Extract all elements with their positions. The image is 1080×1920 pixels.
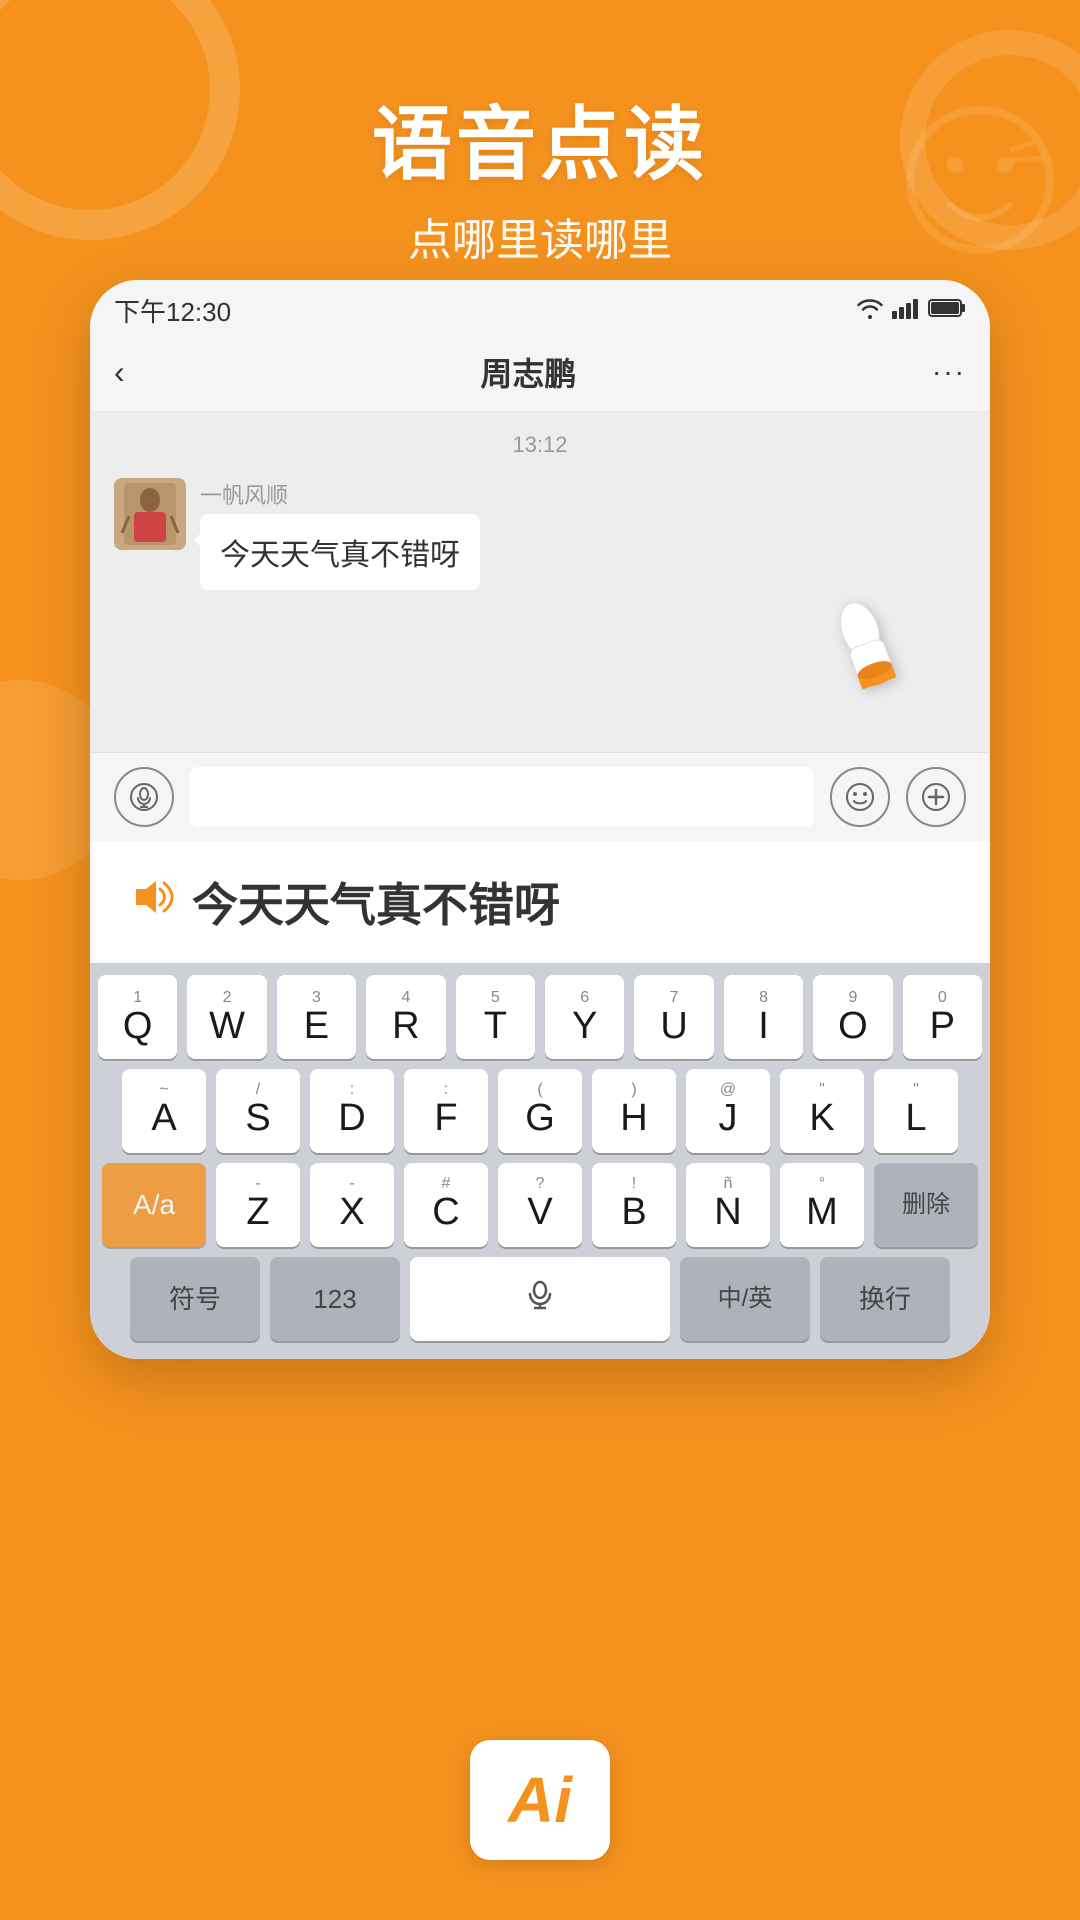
plus-button[interactable] bbox=[906, 767, 966, 827]
header-section: 语音点读 点哪里读哪里 bbox=[0, 80, 1080, 268]
message-text: 今天天气真不错呀 bbox=[220, 539, 460, 572]
key-C[interactable]: #C bbox=[404, 1163, 488, 1247]
ai-badge: Ai bbox=[470, 1740, 610, 1860]
emoji-button[interactable] bbox=[830, 767, 890, 827]
key-B[interactable]: !B bbox=[592, 1163, 676, 1247]
message-bubble[interactable]: 今天天气真不错呀 bbox=[200, 514, 480, 590]
message-content: 一帆风顺 今天天气真不错呀 bbox=[200, 478, 480, 590]
key-X[interactable]: -X bbox=[310, 1163, 394, 1247]
status-bar: 下午12:30 bbox=[90, 280, 990, 337]
key-shift[interactable]: A/a bbox=[102, 1163, 206, 1247]
battery-icon bbox=[928, 297, 966, 324]
key-J[interactable]: @J bbox=[686, 1069, 770, 1153]
key-V[interactable]: ?V bbox=[498, 1163, 582, 1247]
keyboard-row-3: A/a -Z -X #C ?V !B ñN °M 删除 bbox=[98, 1163, 982, 1247]
key-U[interactable]: 7U bbox=[634, 975, 713, 1059]
key-M[interactable]: °M bbox=[780, 1163, 864, 1247]
speaker-icon bbox=[130, 877, 174, 928]
key-D[interactable]: :D bbox=[310, 1069, 394, 1153]
key-123[interactable]: 123 bbox=[270, 1257, 400, 1341]
chat-timestamp: 13:12 bbox=[114, 432, 966, 458]
key-delete[interactable]: 删除 bbox=[874, 1163, 978, 1247]
sub-title: 点哪里读哪里 bbox=[0, 204, 1080, 268]
key-W[interactable]: 2W bbox=[187, 975, 266, 1059]
main-title: 语音点读 bbox=[0, 80, 1080, 196]
key-H[interactable]: )H bbox=[592, 1069, 676, 1153]
key-T[interactable]: 5T bbox=[456, 975, 535, 1059]
microphone-icon bbox=[525, 1278, 555, 1321]
key-Q[interactable]: 1Q bbox=[98, 975, 177, 1059]
key-Y[interactable]: 6Y bbox=[545, 975, 624, 1059]
key-K[interactable]: "K bbox=[780, 1069, 864, 1153]
back-button[interactable]: ‹ bbox=[114, 354, 125, 391]
phone-mockup: 下午12:30 bbox=[90, 280, 990, 1359]
status-icons bbox=[856, 297, 966, 324]
key-L[interactable]: "L bbox=[874, 1069, 958, 1153]
key-G[interactable]: (G bbox=[498, 1069, 582, 1153]
reading-text: 今天天气真不错呀 bbox=[192, 869, 560, 935]
key-lang[interactable]: 中/英 bbox=[680, 1257, 810, 1341]
signal-icon bbox=[892, 297, 920, 324]
ai-badge-text: Ai bbox=[508, 1763, 572, 1837]
more-button[interactable]: ··· bbox=[932, 356, 966, 388]
wifi-icon bbox=[856, 297, 884, 324]
voice-button[interactable] bbox=[114, 767, 174, 827]
keyboard-row-2: ~A /S :D :F (G )H @J "K "L bbox=[98, 1069, 982, 1153]
keyboard-row-4: 符号 123 中/英 换行 bbox=[98, 1257, 982, 1341]
sender-name: 一帆风顺 bbox=[200, 478, 480, 510]
text-input[interactable] bbox=[190, 767, 814, 827]
key-Z[interactable]: -Z bbox=[216, 1163, 300, 1247]
key-F[interactable]: :F bbox=[404, 1069, 488, 1153]
key-O[interactable]: 9O bbox=[813, 975, 892, 1059]
key-space[interactable] bbox=[410, 1257, 670, 1341]
status-time: 下午12:30 bbox=[114, 292, 231, 329]
key-S[interactable]: /S bbox=[216, 1069, 300, 1153]
key-A[interactable]: ~A bbox=[122, 1069, 206, 1153]
key-P[interactable]: 0P bbox=[903, 975, 982, 1059]
avatar bbox=[114, 478, 186, 550]
key-N[interactable]: ñN bbox=[686, 1163, 770, 1247]
key-return[interactable]: 换行 bbox=[820, 1257, 950, 1341]
reading-popup: 今天天气真不错呀 bbox=[90, 841, 990, 963]
key-I[interactable]: 8I bbox=[724, 975, 803, 1059]
chat-message-item: 一帆风顺 今天天气真不错呀 bbox=[114, 478, 966, 590]
chat-input-area bbox=[90, 752, 990, 841]
chat-header: ‹ 周志鹏 ··· bbox=[90, 337, 990, 412]
keyboard-row-1: 1Q 2W 3E 4R 5T 6Y 7U 8I 9O 0P bbox=[98, 975, 982, 1059]
chat-body: 13:12 一帆风顺 今天天气真不错呀 bbox=[90, 412, 990, 752]
keyboard: 1Q 2W 3E 4R 5T 6Y 7U 8I 9O 0P ~A /S :D :… bbox=[90, 963, 990, 1359]
pointing-hand-icon bbox=[788, 567, 952, 748]
key-R[interactable]: 4R bbox=[366, 975, 445, 1059]
chat-contact-name: 周志鹏 bbox=[480, 349, 576, 395]
key-E[interactable]: 3E bbox=[277, 975, 356, 1059]
key-symbols[interactable]: 符号 bbox=[130, 1257, 260, 1341]
